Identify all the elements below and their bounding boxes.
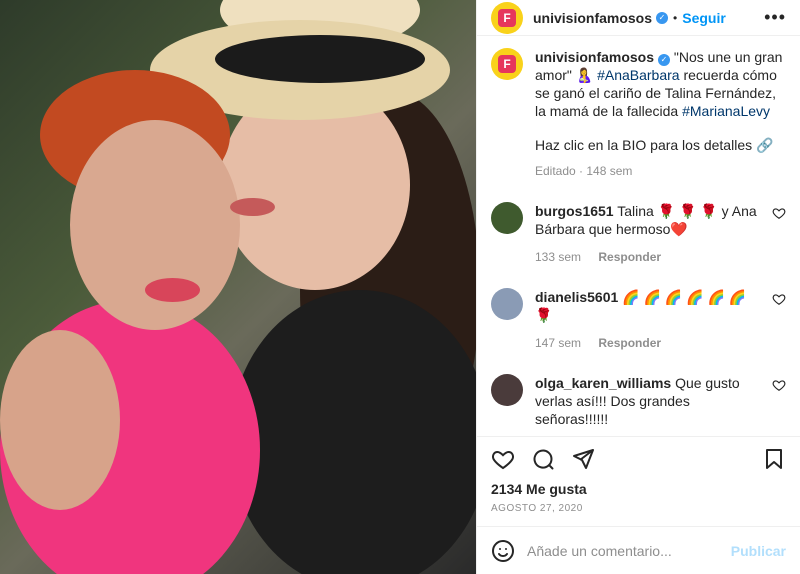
caption-username[interactable]: univisionfamosos (535, 49, 654, 65)
action-icons (491, 447, 786, 471)
like-comment-heart-icon[interactable] (772, 292, 786, 306)
post-header: F univisionfamosos ✓ • Seguir ••• (477, 0, 800, 36)
reply-button[interactable]: Responder (598, 336, 661, 350)
post-date: AGOSTO 27, 2020 (491, 503, 583, 514)
post-actions: 2134 Me gusta AGOSTO 27, 2020 (477, 436, 800, 514)
comment-input[interactable]: Añade un comentario... (527, 543, 731, 559)
caption-line2: Haz clic en la BIO para los detalles 🔗 (535, 137, 774, 153)
comment-username[interactable]: burgos1651 (535, 203, 614, 219)
avatar[interactable]: F (491, 48, 523, 80)
share-send-icon[interactable] (571, 447, 595, 471)
caption-meta: Editado · 148 sem (535, 164, 633, 178)
photo-decor (145, 278, 200, 302)
avatar[interactable] (491, 288, 523, 320)
verified-badge-icon: ✓ (658, 54, 671, 66)
caption-text: univisionfamosos ✓ "Nos une un gran amor"… (535, 48, 786, 180)
comment-username[interactable]: olga_karen_williams (535, 375, 671, 391)
post-photo[interactable] (0, 0, 476, 574)
save-bookmark-icon[interactable] (762, 447, 786, 471)
photo-decor (215, 35, 425, 83)
likes-count[interactable]: 2134 Me gusta (491, 481, 786, 497)
like-comment-heart-icon[interactable] (772, 378, 786, 392)
comment-item: dianelis5601 🌈 🌈 🌈 🌈 🌈 🌈 🌹 147 sem Respo… (491, 288, 786, 352)
comment-item: olga_karen_williams Que gusto verlas así… (491, 374, 786, 428)
photo-decor (0, 330, 120, 510)
hashtag-link[interactable]: #MarianaLevy (682, 103, 770, 119)
follow-button[interactable]: Seguir (682, 10, 726, 26)
reply-button[interactable]: Responder (598, 250, 661, 264)
caption: F univisionfamosos ✓ "Nos une un gran amo… (491, 48, 786, 180)
comment-username[interactable]: dianelis5601 (535, 289, 618, 305)
instagram-post: F univisionfamosos ✓ • Seguir ••• F univ… (0, 0, 800, 574)
comment-body: dianelis5601 🌈 🌈 🌈 🌈 🌈 🌈 🌹 147 sem Respo… (535, 288, 764, 352)
avatar[interactable] (491, 202, 523, 234)
comment-bubble-icon[interactable] (531, 447, 555, 471)
brand-logo-icon: F (498, 8, 516, 27)
publish-button[interactable]: Publicar (731, 543, 786, 559)
comment-meta: 133 sem Responder (535, 248, 764, 266)
photo-decor (230, 290, 476, 574)
avatar[interactable]: F (491, 1, 523, 34)
more-options-icon[interactable]: ••• (764, 7, 786, 28)
avatar[interactable] (491, 374, 523, 406)
verified-badge-icon: ✓ (656, 11, 669, 24)
emoji-icon[interactable] (491, 539, 515, 563)
comment-time: 133 sem (535, 250, 582, 264)
comment-time: 147 sem (535, 336, 582, 350)
comment-body: burgos1651 Talina 🌹 🌹 🌹 y Ana Bárbara qu… (535, 202, 764, 266)
separator-dot: • (673, 10, 678, 25)
like-heart-icon[interactable] (491, 447, 515, 471)
like-comment-heart-icon[interactable] (772, 206, 786, 220)
hashtag-link[interactable]: #AnaBarbara (597, 67, 680, 83)
post-panel: F univisionfamosos ✓ • Seguir ••• F univ… (476, 0, 800, 574)
photo-decor (230, 198, 275, 216)
comment-body: olga_karen_williams Que gusto verlas así… (535, 374, 764, 428)
add-comment-bar: Añade un comentario... Publicar (477, 526, 800, 574)
brand-logo-icon: F (498, 55, 516, 73)
comment-meta: 147 sem Responder (535, 334, 764, 352)
comments-scroll-area[interactable]: F univisionfamosos ✓ "Nos une un gran amo… (477, 36, 800, 436)
header-username[interactable]: univisionfamosos (533, 10, 652, 26)
comment-item: burgos1651 Talina 🌹 🌹 🌹 y Ana Bárbara qu… (491, 202, 786, 266)
